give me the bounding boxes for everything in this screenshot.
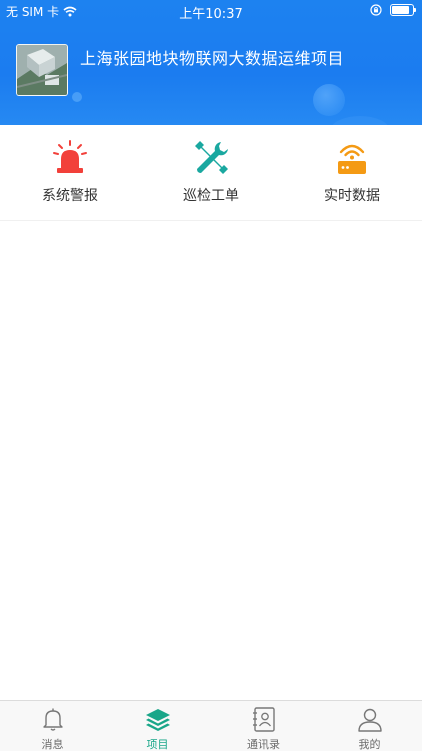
contacts-icon	[250, 705, 278, 733]
bottom-tab-bar: 消息 项目 通讯录 我的	[0, 700, 422, 751]
tab-contacts[interactable]: 通讯录	[211, 701, 316, 751]
menu-label: 巡检工单	[183, 188, 239, 204]
menu-inspection-order[interactable]: 巡检工单	[141, 125, 281, 220]
battery-icon	[390, 4, 416, 16]
menu-realtime-data[interactable]: 实时数据	[282, 125, 422, 220]
orientation-lock-icon	[370, 4, 382, 16]
alarm-siren-icon	[50, 140, 90, 176]
menu-label: 系统警报	[42, 188, 98, 204]
status-time: 上午10:37	[179, 7, 243, 22]
bell-icon	[39, 705, 67, 733]
status-bar: 无 SIM 卡 上午10:37	[0, 0, 422, 22]
tools-icon	[191, 140, 231, 176]
tab-projects[interactable]: 项目	[105, 701, 210, 751]
layers-icon	[144, 705, 172, 733]
decor-bubble	[72, 92, 82, 102]
project-thumbnail[interactable]	[16, 44, 68, 96]
project-header: 无 SIM 卡 上午10:37 上海张园地块物联网大数据运维项目	[0, 0, 422, 125]
decor-bubble	[330, 116, 390, 125]
project-title: 上海张园地块物联网大数据运维项目	[80, 49, 345, 68]
router-signal-icon	[332, 140, 372, 176]
function-menu: 系统警报 巡检工单 实时数据	[0, 125, 422, 221]
decor-bubble	[313, 84, 345, 116]
user-icon	[356, 705, 384, 733]
menu-system-alarm[interactable]: 系统警报	[0, 125, 140, 220]
tab-messages[interactable]: 消息	[0, 701, 105, 751]
tab-profile[interactable]: 我的	[317, 701, 422, 751]
menu-label: 实时数据	[324, 188, 380, 204]
